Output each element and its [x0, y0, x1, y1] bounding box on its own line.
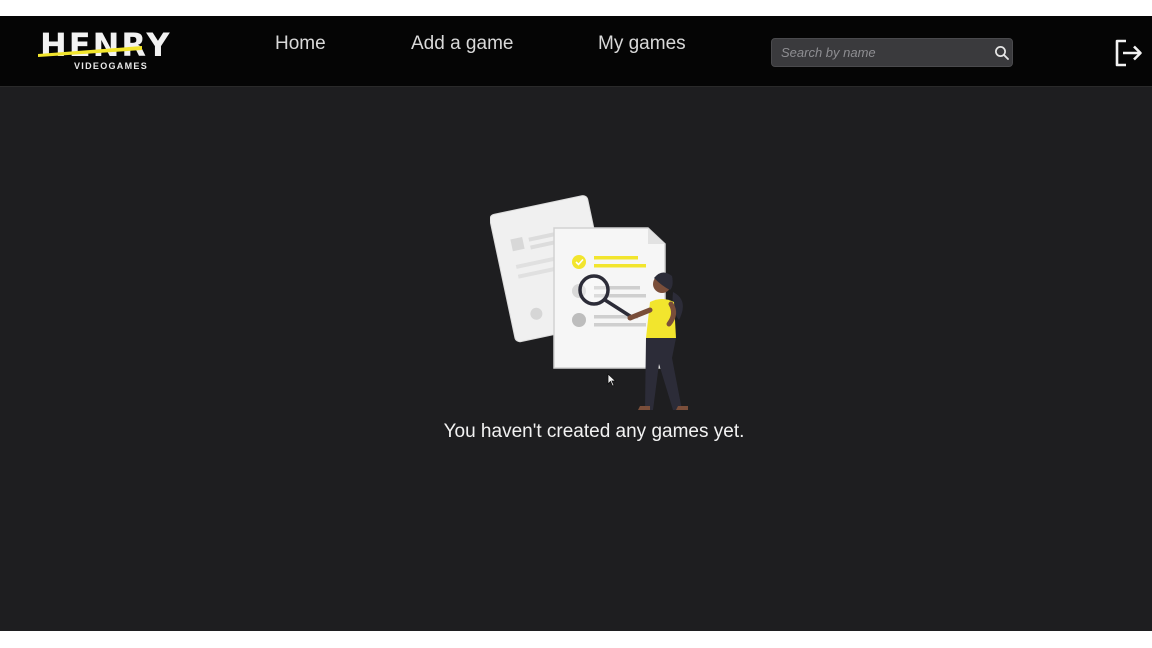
mouse-cursor-icon — [607, 373, 617, 387]
search-input[interactable] — [781, 43, 986, 62]
logout-icon[interactable] — [1112, 37, 1144, 69]
logo[interactable]: HENRY VIDEOGAMES — [38, 28, 186, 72]
app-window: HENRY VIDEOGAMES Home Add a game My game… — [0, 16, 1152, 631]
search-box — [771, 38, 1013, 67]
empty-state-message: You haven't created any games yet. — [443, 421, 745, 442]
logo-subtitle: VIDEOGAMES — [74, 61, 149, 71]
navbar: HENRY VIDEOGAMES Home Add a game My game… — [0, 16, 1152, 87]
nav-add-game[interactable]: Add a game — [411, 33, 513, 55]
empty-state-illustration — [490, 195, 688, 410]
nav-my-games[interactable]: My games — [598, 33, 686, 55]
logo-slash-mark — [38, 46, 142, 57]
nav-home[interactable]: Home — [275, 33, 326, 55]
search-icon[interactable] — [994, 45, 1010, 61]
